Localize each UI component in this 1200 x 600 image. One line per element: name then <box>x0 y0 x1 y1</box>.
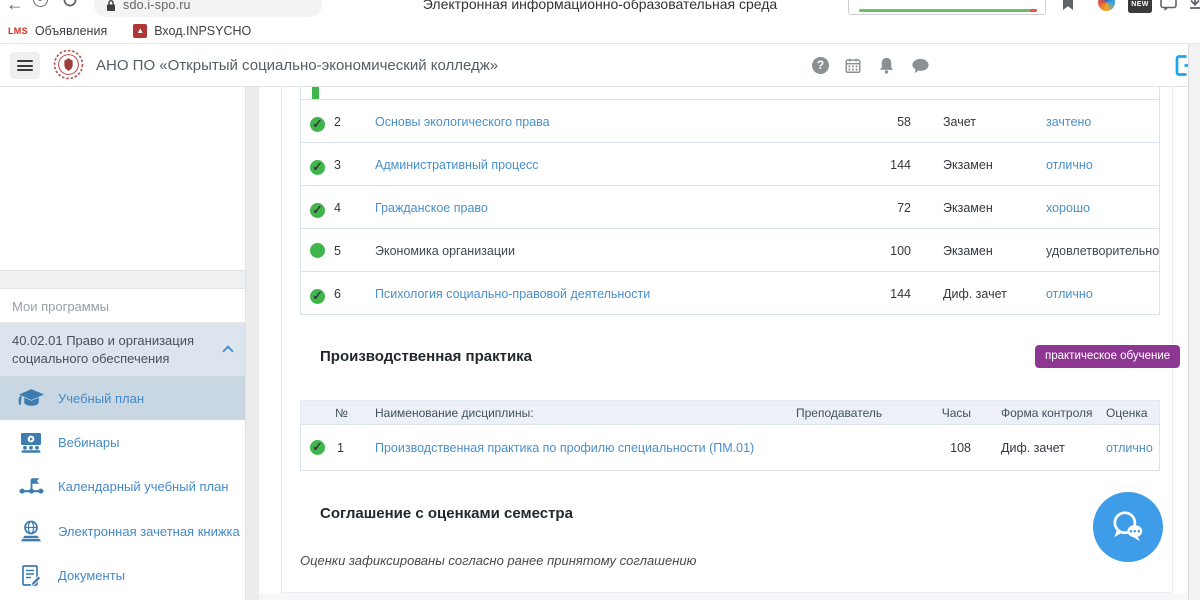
discipline-link[interactable]: Административный процесс <box>375 158 539 172</box>
card-left-border <box>281 87 282 592</box>
sidebar-item-curriculum[interactable]: Учебный план <box>0 376 245 420</box>
new-extension-badge[interactable]: NEW <box>1128 0 1152 13</box>
reviews-rating-bar <box>859 9 1037 12</box>
practice-table-header: № Наименование дисциплины: Преподаватель… <box>300 400 1160 425</box>
sidebar-item-documents[interactable]: Документы <box>0 553 245 597</box>
app-header: АНО ПО «Открытый социально-экономический… <box>0 44 1200 87</box>
webinar-icon <box>14 420 48 464</box>
globe-books-icon <box>14 509 48 553</box>
check-circle-icon: ✓ <box>308 438 327 457</box>
sidebar: Мои программы 40.02.01 Право и организац… <box>0 87 245 600</box>
url-text: sdo.i-spo.ru <box>123 0 191 12</box>
browser-scrollbar[interactable] <box>1188 44 1200 600</box>
sidebar-item-gradebook[interactable]: Электронная зачетная книжка <box>0 509 245 553</box>
grade-link[interactable]: отлично <box>1106 441 1153 455</box>
discipline-link[interactable]: Гражданское право <box>375 201 488 215</box>
bookmark-lms[interactable]: LMS Объявления <box>8 24 107 38</box>
check-circle-icon: ✓ <box>308 115 327 134</box>
help-icon[interactable]: ? <box>812 57 829 74</box>
download-icon[interactable] <box>1188 0 1200 16</box>
bookmark-icon[interactable] <box>1062 0 1074 16</box>
menu-toggle-button[interactable] <box>10 52 40 79</box>
sidebar-item-calendar-plan[interactable]: Календарный учебный план <box>0 464 245 508</box>
practice-heading: Производственная практика <box>320 348 532 365</box>
table-row: 5 Экономика организации 100 Экзамен удов… <box>300 228 1160 272</box>
browser-page-title: Электронная информационно-образовательна… <box>380 0 820 12</box>
lock-icon <box>106 0 116 12</box>
check-circle-icon: ✓ <box>308 287 327 306</box>
table-row: ✓ 3 Административный процесс 144 Экзамен… <box>300 142 1160 186</box>
check-circle-icon: ✓ <box>308 201 327 220</box>
graduation-cap-icon <box>14 376 48 420</box>
college-logo <box>53 49 84 85</box>
discipline-link[interactable]: Основы экологического права <box>375 115 550 129</box>
lms-icon: LMS <box>8 26 28 36</box>
browser-chrome: ← sdo.i-spo.ru Электронная информационно… <box>0 0 1200 18</box>
browser-back-icon[interactable]: ← <box>6 0 24 15</box>
sidebar-item-webinars[interactable]: Вебинары <box>0 420 245 464</box>
card-right-border <box>1172 87 1173 592</box>
grade-link[interactable]: зачтено <box>1046 115 1091 129</box>
header-icons: ? <box>812 44 930 87</box>
sidebar-scrollbar[interactable] <box>245 87 259 600</box>
check-circle-icon: ✓ <box>308 158 327 177</box>
practice-type-badge: практическое обучение <box>1035 345 1180 368</box>
organization-title: АНО ПО «Открытый социально-экономический… <box>96 57 498 74</box>
discipline-text: Экономика организации <box>375 244 515 258</box>
calendar-icon[interactable] <box>844 56 862 75</box>
table-row: ✓ 1 Производственная практика по профилю… <box>300 424 1160 471</box>
reviews-text: 19 отзывов <box>863 0 920 1</box>
program-header[interactable]: 40.02.01 Право и организация социального… <box>0 322 245 376</box>
main-content: ✓ 2 Основы экологического права 58 Зачет… <box>259 87 1188 600</box>
grade-text: удовлетворительно <box>1046 244 1159 258</box>
url-bar[interactable]: sdo.i-spo.ru <box>94 0 322 17</box>
below-card-strip <box>259 593 1188 600</box>
sidebar-divider-band <box>0 270 245 289</box>
reviews-extension-popup[interactable]: 19 отзывов <box>848 0 1046 15</box>
chat-extension-icon[interactable] <box>1160 0 1177 17</box>
discipline-link[interactable]: Производственная практика по профилю спе… <box>375 441 754 455</box>
grade-link[interactable]: отлично <box>1046 158 1093 172</box>
document-pen-icon <box>14 553 48 597</box>
notifications-bell-icon[interactable] <box>877 56 896 75</box>
agreement-note: Оценки зафиксированы согласно ранее прин… <box>300 553 696 568</box>
chat-bubbles-icon <box>1108 508 1148 546</box>
chevron-up-icon <box>222 345 233 356</box>
bookmark-inpsycho[interactable]: ▲ Вход.INPSYCHO <box>133 24 251 38</box>
table-row: ✓ 6 Психология социально-правовой деятел… <box>300 271 1160 315</box>
progress-dot-icon <box>310 243 325 258</box>
messages-icon[interactable] <box>911 57 930 75</box>
page: ← sdo.i-spo.ru Электронная информационно… <box>0 0 1200 600</box>
extension-circle-icon[interactable] <box>33 0 48 7</box>
chat-fab-button[interactable] <box>1093 492 1163 562</box>
table-row: ✓ 2 Основы экологического права 58 Зачет… <box>300 99 1160 143</box>
browser-reload-icon[interactable] <box>62 0 78 13</box>
agreement-heading: Соглашение с оценками семестра <box>320 505 573 522</box>
bookmarks-bar: LMS Объявления ▲ Вход.INPSYCHO <box>0 18 1200 44</box>
grade-link[interactable]: хорошо <box>1046 201 1090 215</box>
table-row: ✓ 4 Гражданское право 72 Экзамен хорошо <box>300 185 1160 229</box>
discipline-link[interactable]: Психология социально-правовой деятельнос… <box>375 287 650 301</box>
grade-link[interactable]: отлично <box>1046 287 1093 301</box>
inpsycho-emblem-icon: ▲ <box>133 24 147 38</box>
milestones-flag-icon <box>14 464 48 508</box>
browser-extension-icon[interactable] <box>1098 0 1115 11</box>
sidebar-section-label: Мои программы <box>12 299 109 314</box>
